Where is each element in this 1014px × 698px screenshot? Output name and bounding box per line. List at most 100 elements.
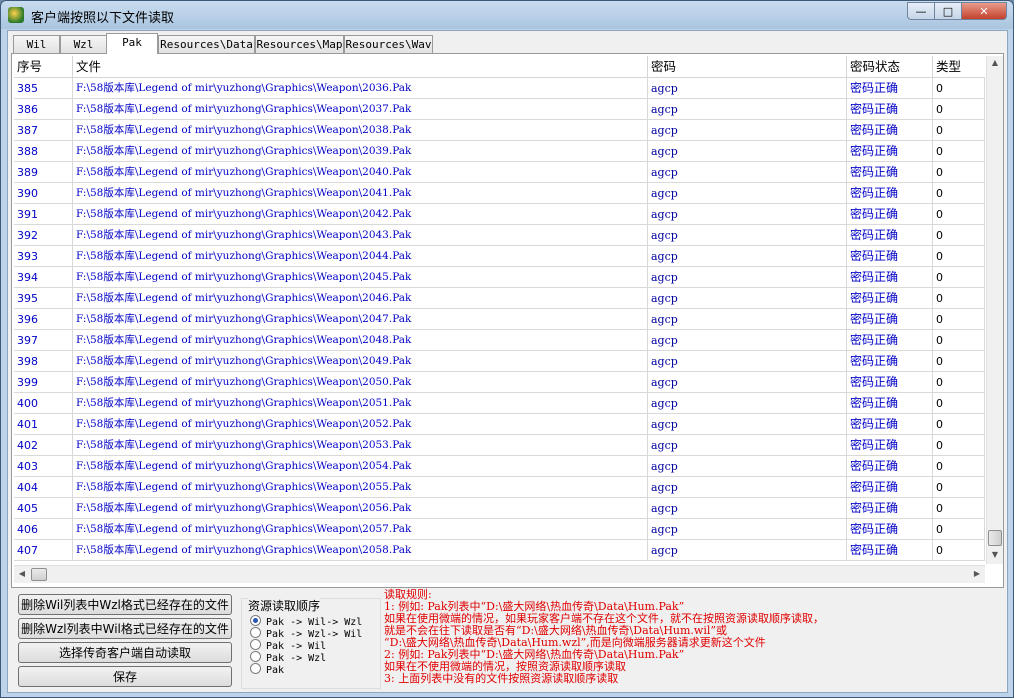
cell-password[interactable]: agcp [648,141,847,161]
table-row[interactable]: 406 F:\58版本库\Legend of mir\yuzhong\Graphi… [14,519,985,540]
table-row[interactable]: 391 F:\58版本库\Legend of mir\yuzhong\Graphi… [14,204,985,225]
cell-file[interactable]: F:\58版本库\Legend of mir\yuzhong\Graphics\… [73,519,648,539]
cell-password[interactable]: agcp [648,309,847,329]
tab-wzl[interactable]: Wzl [60,35,107,53]
table-row[interactable]: 385 F:\58版本库\Legend of mir\yuzhong\Graphi… [14,78,985,99]
cell-password-status[interactable]: 密码正确 [847,288,933,308]
table-row[interactable]: 393 F:\58版本库\Legend of mir\yuzhong\Graphi… [14,246,985,267]
column-header-password[interactable]: 密码 [648,56,847,78]
cell-file[interactable]: F:\58版本库\Legend of mir\yuzhong\Graphics\… [73,456,648,476]
cell-file[interactable]: F:\58版本库\Legend of mir\yuzhong\Graphics\… [73,330,648,350]
cell-password[interactable]: agcp [648,477,847,497]
cell-type[interactable]: 0 [933,183,985,203]
cell-num[interactable]: 401 [14,414,73,434]
cell-password-status[interactable]: 密码正确 [847,246,933,266]
tab-resources-wav[interactable]: Resources\Wav [344,35,433,53]
column-header-type[interactable]: 类型 [933,56,985,78]
cell-num[interactable]: 399 [14,372,73,392]
cell-password[interactable]: agcp [648,393,847,413]
cell-password-status[interactable]: 密码正确 [847,351,933,371]
cell-type[interactable]: 0 [933,498,985,518]
cell-type[interactable]: 0 [933,120,985,140]
table-row[interactable]: 402 F:\58版本库\Legend of mir\yuzhong\Graphi… [14,435,985,456]
cell-password[interactable]: agcp [648,519,847,539]
radio-icon[interactable] [250,615,261,626]
cell-file[interactable]: F:\58版本库\Legend of mir\yuzhong\Graphics\… [73,120,648,140]
horizontal-scrollbar[interactable]: ◀ ▶ [14,565,985,583]
cell-type[interactable]: 0 [933,288,985,308]
cell-type[interactable]: 0 [933,435,985,455]
cell-file[interactable]: F:\58版本库\Legend of mir\yuzhong\Graphics\… [73,435,648,455]
cell-num[interactable]: 402 [14,435,73,455]
cell-password-status[interactable]: 密码正确 [847,225,933,245]
cell-num[interactable]: 387 [14,120,73,140]
cell-password-status[interactable]: 密码正确 [847,540,933,560]
cell-file[interactable]: F:\58版本库\Legend of mir\yuzhong\Graphics\… [73,540,648,560]
cell-type[interactable]: 0 [933,372,985,392]
cell-file[interactable]: F:\58版本库\Legend of mir\yuzhong\Graphics\… [73,288,648,308]
tab-resources-data[interactable]: Resources\Data [158,35,255,53]
cell-password[interactable]: agcp [648,225,847,245]
cell-num[interactable]: 390 [14,183,73,203]
cell-num[interactable]: 392 [14,225,73,245]
cell-password[interactable]: agcp [648,267,847,287]
cell-type[interactable]: 0 [933,141,985,161]
table-row[interactable]: 407 F:\58版本库\Legend of mir\yuzhong\Graphi… [14,540,985,561]
cell-type[interactable]: 0 [933,540,985,560]
cell-password-status[interactable]: 密码正确 [847,477,933,497]
scroll-left-icon[interactable]: ◀ [14,569,30,578]
cell-file[interactable]: F:\58版本库\Legend of mir\yuzhong\Graphics\… [73,351,648,371]
cell-file[interactable]: F:\58版本库\Legend of mir\yuzhong\Graphics\… [73,267,648,287]
read-order-option[interactable]: Pak -> Wzl [250,651,326,664]
cell-password[interactable]: agcp [648,540,847,560]
cell-num[interactable]: 405 [14,498,73,518]
cell-password[interactable]: agcp [648,78,847,98]
cell-type[interactable]: 0 [933,519,985,539]
cell-num[interactable]: 406 [14,519,73,539]
table-row[interactable]: 397 F:\58版本库\Legend of mir\yuzhong\Graphi… [14,330,985,351]
read-order-option[interactable]: Pak -> Wzl-> Wil [250,627,362,640]
cell-num[interactable]: 395 [14,288,73,308]
table-row[interactable]: 386 F:\58版本库\Legend of mir\yuzhong\Graphi… [14,99,985,120]
table-row[interactable]: 389 F:\58版本库\Legend of mir\yuzhong\Graphi… [14,162,985,183]
cell-password[interactable]: agcp [648,99,847,119]
cell-num[interactable]: 397 [14,330,73,350]
vertical-scrollbar[interactable]: ▲ ▼ [986,56,1003,564]
cell-num[interactable]: 400 [14,393,73,413]
cell-num[interactable]: 396 [14,309,73,329]
cell-num[interactable]: 407 [14,540,73,560]
cell-type[interactable]: 0 [933,309,985,329]
cell-type[interactable]: 0 [933,414,985,434]
cell-password[interactable]: agcp [648,498,847,518]
cell-type[interactable]: 0 [933,330,985,350]
cell-type[interactable]: 0 [933,204,985,224]
table-row[interactable]: 394 F:\58版本库\Legend of mir\yuzhong\Graphi… [14,267,985,288]
cell-password-status[interactable]: 密码正确 [847,498,933,518]
select-client-auto-read-button[interactable]: 选择传奇客户端自动读取 [18,642,232,663]
cell-file[interactable]: F:\58版本库\Legend of mir\yuzhong\Graphics\… [73,477,648,497]
table-row[interactable]: 399 F:\58版本库\Legend of mir\yuzhong\Graphi… [14,372,985,393]
cell-num[interactable]: 389 [14,162,73,182]
table-row[interactable]: 396 F:\58版本库\Legend of mir\yuzhong\Graphi… [14,309,985,330]
cell-file[interactable]: F:\58版本库\Legend of mir\yuzhong\Graphics\… [73,498,648,518]
save-button[interactable]: 保存 [18,666,232,687]
horizontal-scroll-thumb[interactable] [31,568,47,581]
cell-password-status[interactable]: 密码正确 [847,330,933,350]
file-grid[interactable]: 序号 文件 密码 密码状态 类型 385 F:\58版本库\Legend of m… [14,56,985,564]
cell-num[interactable]: 391 [14,204,73,224]
delete-wil-dupes-button[interactable]: 删除Wil列表中Wzl格式已经存在的文件 [18,594,232,615]
cell-password[interactable]: agcp [648,435,847,455]
table-row[interactable]: 395 F:\58版本库\Legend of mir\yuzhong\Graphi… [14,288,985,309]
cell-password-status[interactable]: 密码正确 [847,141,933,161]
column-header-file[interactable]: 文件 [73,56,648,78]
cell-password-status[interactable]: 密码正确 [847,414,933,434]
read-order-option[interactable]: Pak -> Wil [250,639,326,652]
column-header-num[interactable]: 序号 [14,56,73,78]
table-row[interactable]: 403 F:\58版本库\Legend of mir\yuzhong\Graphi… [14,456,985,477]
cell-file[interactable]: F:\58版本库\Legend of mir\yuzhong\Graphics\… [73,225,648,245]
cell-password[interactable]: agcp [648,414,847,434]
vertical-scroll-thumb[interactable] [988,530,1002,546]
table-row[interactable]: 392 F:\58版本库\Legend of mir\yuzhong\Graphi… [14,225,985,246]
cell-num[interactable]: 388 [14,141,73,161]
cell-password[interactable]: agcp [648,330,847,350]
